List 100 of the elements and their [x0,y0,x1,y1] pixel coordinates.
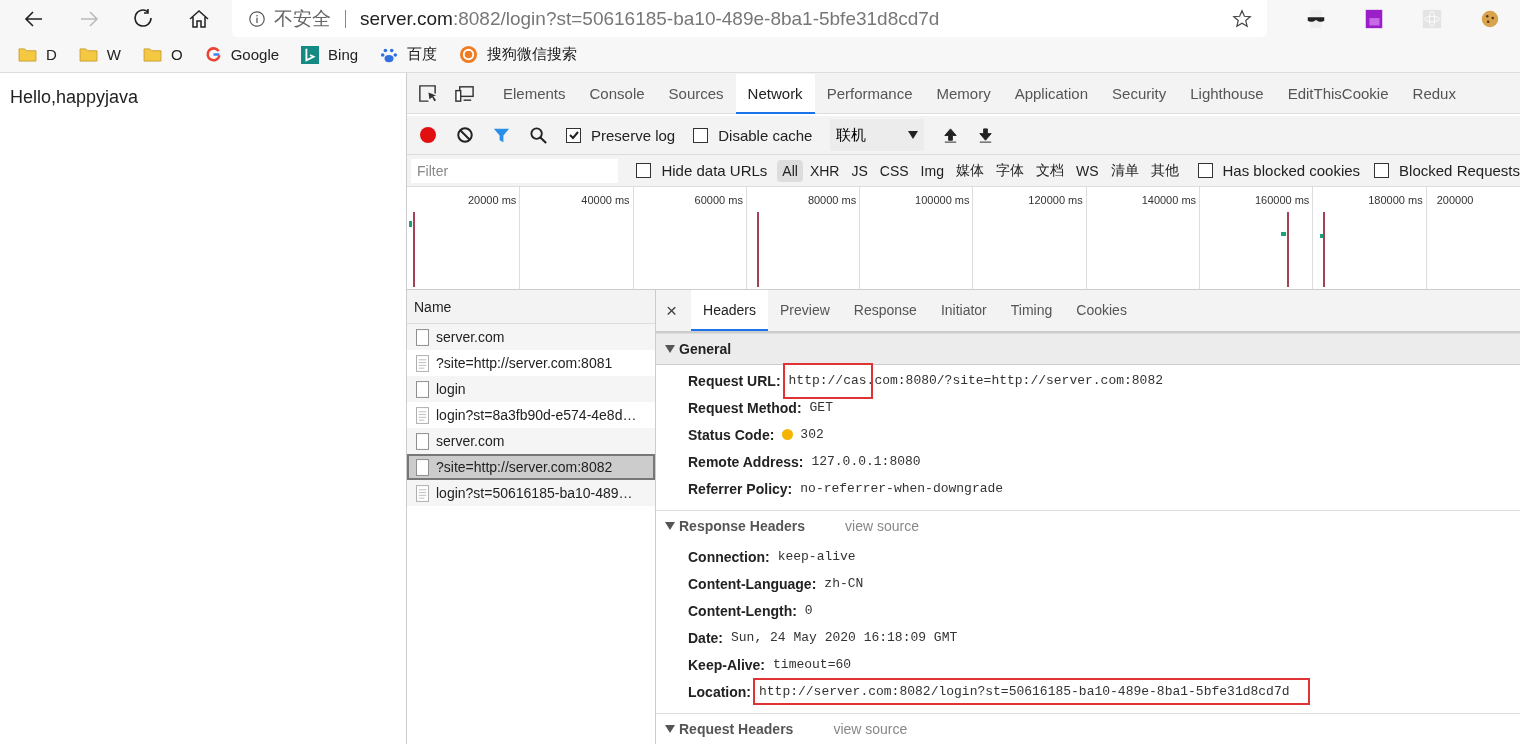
address-bar[interactable]: 不安全 server.com:8082/login?st=50616185-ba10-489e-8ba1-5bfe31d8cd7d [232,0,1267,37]
panel-tab[interactable]: EditThisCookie [1275,74,1401,114]
header-value: timeout=60 [773,657,852,672]
detail-tab[interactable]: Cookies [1064,290,1139,331]
panel-tab[interactable]: Memory [924,74,1003,114]
type-filter[interactable]: 媒体 [950,158,989,183]
caret-icon[interactable] [665,344,675,354]
bookmark[interactable]: 搜狗微信搜索 [459,45,578,64]
upload-icon[interactable] [942,126,960,144]
detail-tab[interactable]: Timing [998,290,1065,331]
close-button[interactable]: × [656,299,692,322]
type-filter[interactable]: 文档 [1030,158,1069,183]
header-name: Location: [688,683,751,700]
bookmark[interactable]: Bing [301,45,359,64]
tick-label: 160000 ms [1254,194,1310,206]
header-name: Request Method: [688,399,802,416]
type-filter[interactable]: JS [846,159,873,182]
folder-icon [143,47,162,62]
bookmark[interactable]: D [18,46,57,63]
download-icon[interactable] [977,126,995,144]
panel-tab[interactable]: Application [1002,74,1101,114]
section-header[interactable]: Response Headers view source [656,510,1520,541]
tick-label: 200000 [1436,194,1474,206]
view-source-link[interactable]: view source [845,518,919,534]
header-value: http://server.com:8082/login?st=50616185-ba10-489e-8ba1-5bfe31d8cd7d [753,678,1310,705]
inspect-icon[interactable] [417,82,438,104]
bookmark[interactable]: W [78,46,121,63]
header-name: Connection: [688,548,770,565]
panel-tab[interactable]: Console [577,74,657,114]
request-row[interactable]: server.com [407,324,655,350]
blocked-requests-checkbox[interactable]: Blocked Requests [1374,162,1520,179]
panel-tab[interactable]: Redux [1400,74,1468,114]
panel-tab[interactable]: Sources [656,74,736,114]
request-row[interactable]: server.com [407,428,655,454]
star-icon[interactable] [1231,7,1253,30]
blocked-cookies-checkbox[interactable]: Has blocked cookies [1197,162,1361,179]
detail-tab[interactable]: Headers [691,290,769,331]
b-logo-icon [301,45,320,64]
header-name: Keep-Alive: [688,656,766,673]
type-filter[interactable]: Img [915,159,949,182]
tick-label: 60000 ms [694,194,743,206]
header-name: Content-Length: [688,602,797,619]
section-header[interactable]: General [656,333,1520,365]
url-text: server.com:8082/login?st=50616185-ba10-489e-8ba1-5bfe31d8cd7d [360,7,941,30]
folder-icon [18,47,37,62]
type-filter[interactable]: All [777,159,803,182]
view-source-link[interactable]: view source [833,721,908,737]
record-icon[interactable] [418,125,438,145]
header-value: no-referrer-when-downgrade [800,481,1004,496]
header-value: 127.0.0.1:8080 [811,454,921,469]
type-filter[interactable]: XHR [804,159,845,182]
info-icon [248,9,266,28]
page-text: Hello,happyjava [10,87,139,107]
tick-label: 120000 ms [1028,194,1083,206]
caret-icon[interactable] [665,724,675,734]
detail-tab[interactable]: Response [841,290,929,331]
panel-tab[interactable]: Network [735,74,815,114]
panel-tab[interactable]: Lighthouse [1178,74,1276,114]
mask-icon[interactable] [1305,7,1327,30]
clear-icon[interactable] [456,126,474,144]
filter-field[interactable]: Filter [411,158,619,183]
panel-tab[interactable]: Elements [491,74,578,114]
security-label: 不安全 [274,6,331,31]
header-value: 302 [800,427,824,442]
type-filter[interactable]: 字体 [990,158,1029,183]
search-icon[interactable] [529,125,548,145]
tick-label: 140000 ms [1141,194,1197,206]
bookmark[interactable]: 百度 [380,45,438,64]
caret-icon [908,131,919,139]
type-filter[interactable]: WS [1070,159,1104,182]
header-value: Sun, 24 May 2020 16:18:09 GMT [731,630,958,645]
type-filter[interactable]: 其他 [1145,158,1184,183]
document-icon [416,432,429,450]
header-name: Status Code: [688,426,775,443]
header-name: Date: [688,629,723,646]
caret-icon[interactable] [665,521,675,531]
request-row[interactable]: login?st=50616185-ba10-489… [407,480,655,506]
header-value: GET [809,400,833,415]
rp-icon[interactable] [1363,7,1385,30]
request-row[interactable]: login [407,376,655,402]
request-row[interactable]: ?site=http://server.com:8081 [407,350,655,376]
request-row[interactable]: login?st=8a3fb90d-e574-4e8d… [407,402,655,428]
bookmark[interactable]: O [143,46,183,63]
detail-tab[interactable]: Preview [768,290,842,331]
detail-tab[interactable]: Initiator [928,290,999,331]
request-row[interactable]: ?site=http://server.com:8082 [407,454,655,480]
throttle-dropdown[interactable]: 联机 [830,119,925,151]
panel-tab[interactable]: Security [1100,74,1179,114]
hide-data-urls-checkbox[interactable]: Hide data URLs [636,162,768,179]
disable-cache-checkbox[interactable]: Disable cache [693,126,813,144]
panel-tab[interactable]: Performance [814,74,925,114]
type-filter[interactable]: 清单 [1105,158,1144,183]
bookmark[interactable]: Google [204,46,280,63]
document-icon [416,380,429,398]
header-name: Content-Language: [688,575,817,592]
type-filter[interactable]: CSS [874,159,914,182]
tick-label: 180000 ms [1368,194,1423,206]
column-header[interactable]: Name [407,290,655,324]
preserve-log-checkbox[interactable]: Preserve log [566,126,676,144]
section-header[interactable]: Request Headers view source [656,713,1520,744]
